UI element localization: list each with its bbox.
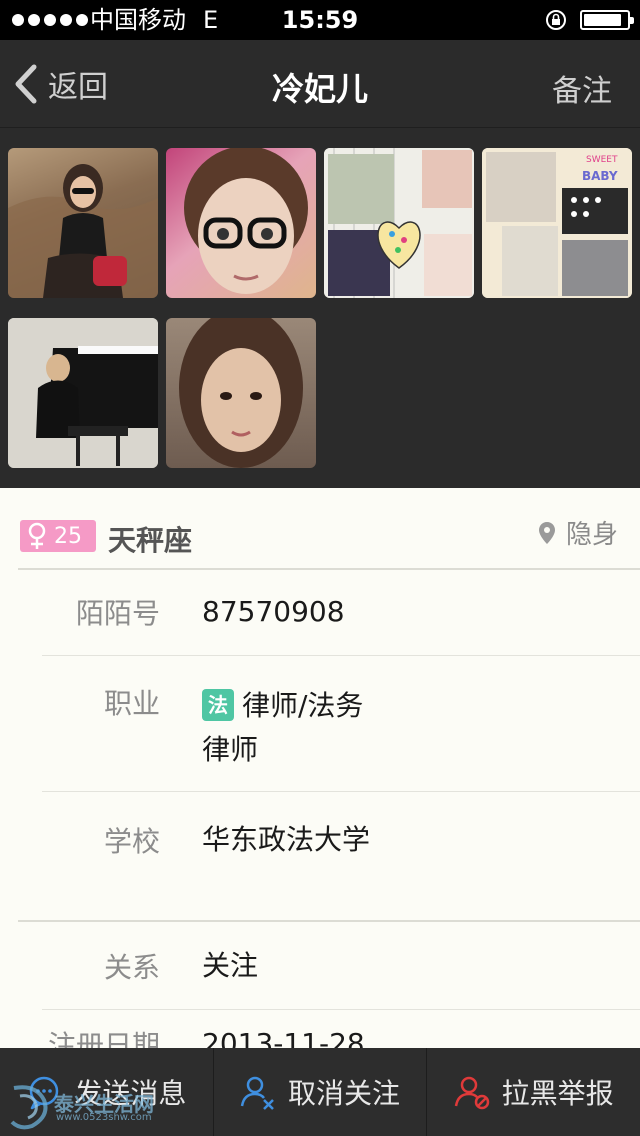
orientation-lock-icon bbox=[546, 10, 566, 30]
signal-strength-icon bbox=[12, 14, 88, 26]
block-user-icon bbox=[454, 1076, 489, 1110]
profile-photo[interactable] bbox=[324, 148, 474, 298]
momo-id-value: 87570908 bbox=[202, 595, 345, 628]
profile-photo[interactable] bbox=[8, 148, 158, 298]
block-report-label: 拉黑举报 bbox=[501, 1077, 614, 1110]
nav-bar: 返回 冷妃儿 备注 bbox=[0, 40, 640, 128]
profile-photo[interactable] bbox=[166, 318, 316, 468]
back-button[interactable]: 返回 bbox=[12, 62, 108, 106]
profile-photo[interactable] bbox=[166, 148, 316, 298]
momo-id-row: 陌陌号 87570908 bbox=[42, 570, 640, 656]
profile-summary: 25 天秤座 隐身 bbox=[18, 488, 640, 570]
occupation-category: 律师/法务 bbox=[242, 689, 364, 722]
svg-text:SWEET: SWEET bbox=[586, 155, 618, 165]
location-status-label: 隐身 bbox=[565, 520, 618, 550]
relationship-label: 关系 bbox=[103, 951, 160, 984]
unfollow-button[interactable]: 取消关注 bbox=[212, 1048, 427, 1136]
unfollow-user-icon bbox=[240, 1076, 274, 1110]
occupation-value: 法律师/法务 律师 bbox=[202, 684, 363, 772]
zodiac-sign: 天秤座 bbox=[108, 524, 193, 557]
battery-icon bbox=[580, 10, 634, 30]
age-value: 25 bbox=[54, 523, 82, 549]
occupation-category-icon: 法 bbox=[202, 689, 234, 721]
relationship-value: 关注 bbox=[202, 949, 259, 982]
back-button-label: 返回 bbox=[48, 70, 108, 105]
profile-detail-panel: 25 天秤座 隐身 陌陌号 87570908 职业 法律师/法务 律师 学校 华… bbox=[0, 488, 640, 1048]
occupation-title: 律师 bbox=[202, 733, 259, 766]
occupation-row: 职业 法律师/法务 律师 bbox=[42, 656, 640, 792]
svg-text:BABY: BABY bbox=[582, 169, 618, 183]
momo-id-label: 陌陌号 bbox=[75, 597, 160, 630]
photo-grid: SWEET BABY bbox=[0, 128, 640, 488]
occupation-label: 职业 bbox=[103, 687, 160, 720]
carrier-name: 中国移动 bbox=[90, 6, 186, 34]
location-pin-icon bbox=[538, 521, 555, 544]
relationship-row: 关系 关注 bbox=[42, 922, 640, 1010]
remark-button[interactable]: 备注 bbox=[552, 66, 612, 110]
unfollow-label: 取消关注 bbox=[288, 1077, 401, 1110]
watermark-url: www.0523shw.com bbox=[56, 1112, 152, 1123]
network-type: E bbox=[203, 6, 219, 34]
battery-fill bbox=[584, 14, 622, 26]
site-watermark: 泰兴生活网 www.0523shw.com bbox=[6, 1082, 166, 1130]
location-status: 隐身 bbox=[538, 514, 618, 551]
gender-age-badge: 25 bbox=[20, 520, 96, 552]
registration-date-value: 2013-11-28 bbox=[202, 1027, 365, 1048]
female-icon bbox=[28, 522, 46, 549]
profile-photo[interactable] bbox=[8, 318, 158, 468]
status-bar: 中国移动 E 15:59 bbox=[0, 0, 640, 40]
registration-date-label: 注册日期 bbox=[47, 1029, 160, 1048]
school-value: 华东政法大学 bbox=[202, 823, 371, 856]
school-label: 学校 bbox=[103, 825, 160, 858]
profile-photo[interactable]: SWEET BABY bbox=[482, 148, 632, 298]
school-row: 学校 华东政法大学 bbox=[18, 792, 640, 922]
block-report-button[interactable]: 拉黑举报 bbox=[426, 1048, 640, 1136]
watermark-logo-icon bbox=[10, 1085, 48, 1130]
registration-date-row: 注册日期 2013-11-28 bbox=[42, 1010, 640, 1048]
chevron-left-icon bbox=[15, 64, 37, 104]
